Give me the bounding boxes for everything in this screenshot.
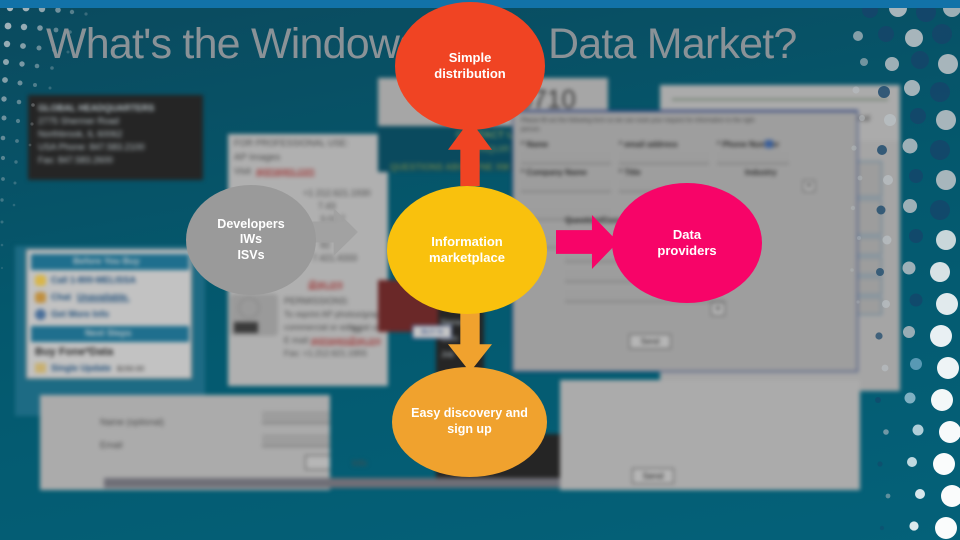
dark-job-label: Job <box>441 350 454 359</box>
form-industry-dropdown[interactable]: ▾ <box>803 180 815 192</box>
bottom-right-window: Send <box>560 380 860 490</box>
node-information-marketplace-line-2: marketplace <box>429 250 505 265</box>
chat-label: Chat <box>51 292 71 302</box>
hq-line-5: Fax: 847.583.2600 <box>38 155 114 165</box>
ap-phone-2: 7.43 <box>318 201 336 211</box>
buy-panel: Before You Buy Call 1-800-MELISSA Chat U… <box>26 249 192 379</box>
node-developers-line-1: Developers <box>217 216 285 231</box>
name-optional-label: Name (optional) <box>100 417 165 427</box>
single-update-price: $150.00 <box>117 364 145 373</box>
before-you-buy-label: Before You Buy <box>73 256 140 266</box>
node-developers-line-3: ISVs <box>237 247 265 262</box>
ap-badge <box>234 322 258 333</box>
name-optional-input[interactable] <box>262 411 330 424</box>
node-developers-line-2: IWs <box>239 232 263 247</box>
node-information-marketplace: Information marketplace <box>387 186 547 314</box>
node-simple-distribution-line-2: distribution <box>434 66 506 81</box>
hq-line-3: Northbrook, IL 60062 <box>38 129 123 139</box>
presentation-slide: GLOBAL HEADQUARTERS 2775 Shermer Road No… <box>0 0 960 540</box>
form-phone-help-icon[interactable] <box>765 140 773 148</box>
node-data-providers: Data providers <box>612 183 762 303</box>
get-more-info-link[interactable]: Get More Info <box>51 309 109 319</box>
info-label: Info <box>352 458 368 468</box>
form-name-input[interactable] <box>521 152 611 164</box>
node-data-providers-line-2: providers <box>657 243 717 258</box>
ap-professional-use: FOR PROFESSIONAL USE: <box>234 138 349 148</box>
send-button-large[interactable]: Send <box>632 468 674 484</box>
hq-line-4: USA Phone: 847.583.2100 <box>38 142 145 152</box>
for-label: for <box>352 325 363 335</box>
node-simple-distribution-line-1: Simple <box>448 49 492 65</box>
hq-line-1: GLOBAL HEADQUARTERS <box>38 103 155 113</box>
ap-images-label: AP Images <box>234 152 281 163</box>
globe-icon <box>35 309 46 320</box>
cart-icon-1 <box>35 363 46 373</box>
node-simple-distribution: Simple distribution <box>395 2 545 130</box>
ap-phone-1: +1 212.621.1930 <box>303 188 371 198</box>
apimages-link[interactable]: apimages.com <box>256 166 315 176</box>
permissions-email-label: E mail: <box>284 335 310 345</box>
form-company-label: * Company Name <box>521 168 587 177</box>
permissions-email-link[interactable]: apimages@ap.org <box>311 335 381 345</box>
ap-circle-icon <box>238 297 260 319</box>
form-name-label: * Name <box>521 140 549 149</box>
permissions-line-1: To reprint AP photos/graphics for <box>284 309 388 319</box>
chat-icon <box>35 292 46 303</box>
node-information-marketplace-line-1: Information <box>431 233 503 249</box>
form-intro-line-2: person. <box>521 127 542 133</box>
ap-email-link[interactable]: @ap.org <box>308 279 343 289</box>
permissions-line-2: commercial or editorial use <box>284 322 386 332</box>
form-company-input[interactable] <box>521 180 611 192</box>
form-intro-line-1: Please fill out the following form so we… <box>521 118 755 124</box>
phone-icon <box>35 275 46 286</box>
form-email-label: * email address <box>619 140 678 149</box>
form-title-label: * Title <box>619 168 641 177</box>
ap-visit-label: Visit <box>234 166 251 176</box>
form-dropdown-button[interactable]: ▾ <box>711 302 725 316</box>
request-info-button[interactable]: Request Info <box>305 455 330 470</box>
call-melissa-link[interactable]: Call 1-800-MELISSA <box>51 275 136 285</box>
form-industry-label: Industry <box>745 168 777 177</box>
send-button[interactable]: Send <box>629 334 671 349</box>
next-steps-label: Next Steps <box>85 328 132 338</box>
node-data-providers-line-1: Data <box>672 226 702 242</box>
chat-value[interactable]: Unavailable. <box>77 292 130 302</box>
permissions-fax: Fax: +1.212.621.1955 <box>284 348 367 358</box>
form-email-input[interactable] <box>619 152 709 164</box>
headquarters-panel: GLOBAL HEADQUARTERS 2775 Shermer Road No… <box>28 95 203 180</box>
buy-fone-data-title: Buy Fone*Data <box>35 346 114 358</box>
single-update-label[interactable]: Single Update <box>51 363 111 373</box>
email-input[interactable] <box>262 434 330 447</box>
permissions-title: PERMISSIONS: <box>284 296 350 306</box>
node-easy-discovery: Easy discovery and sign up <box>392 367 547 477</box>
questions-about-label: QUESTIONS ABO <box>390 162 466 172</box>
form-phone-input[interactable] <box>717 152 789 164</box>
node-developers: Developers IWs ISVs <box>186 185 316 295</box>
spatial-divider <box>672 99 888 100</box>
node-easy-discovery-line-2: sign up <box>447 422 492 436</box>
left-lower-form: Name (optional) Email Request Info <box>40 395 330 490</box>
buy-now-button[interactable]: BUY N <box>412 325 452 339</box>
node-easy-discovery-line-1: Easy discovery and <box>411 406 528 421</box>
hq-line-2: 2775 Shermer Road <box>38 116 120 126</box>
email-label: Email <box>100 440 123 450</box>
